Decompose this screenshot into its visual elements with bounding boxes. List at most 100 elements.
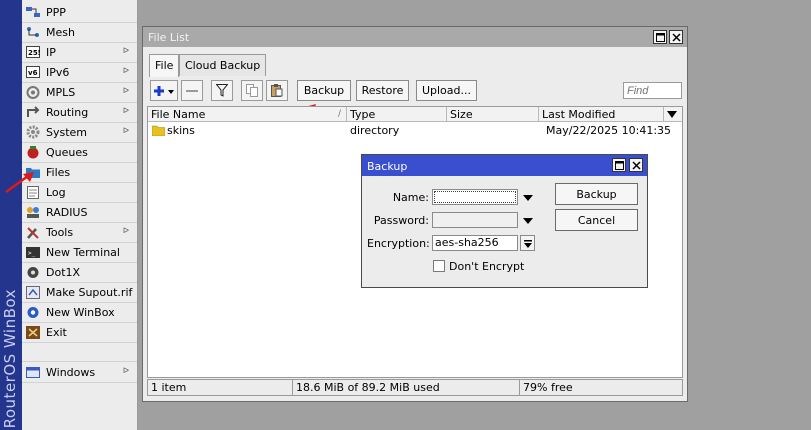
tab-file[interactable]: File — [149, 54, 180, 77]
ipv6-icon: v6 — [26, 66, 40, 79]
password-dropdown-icon[interactable] — [523, 218, 533, 224]
find-input[interactable] — [623, 82, 682, 99]
sidebar-item-label: Mesh — [46, 25, 75, 39]
supout-icon — [26, 285, 40, 299]
sidebar-item-mpls[interactable]: MPLS ᐅ — [22, 82, 137, 102]
sidebar-item-tools[interactable]: Tools ᐅ — [22, 222, 137, 242]
sidebar-item-dot1x[interactable]: Dot1X — [22, 262, 137, 282]
name-input[interactable] — [432, 189, 518, 205]
sidebar-item-log[interactable]: Log — [22, 182, 137, 202]
file-type: directory — [350, 124, 400, 137]
sidebar-item-routing[interactable]: Routing ᐅ — [22, 102, 137, 122]
annotation-arrow-icon — [5, 172, 34, 194]
submenu-arrow-icon: ᐅ — [122, 106, 129, 115]
sidebar-menu: PPP Mesh 255 IP ᐅ v6 IPv6 ᐅ MPLS ᐅ Routi — [22, 0, 138, 430]
encryption-label: Encryption: — [367, 237, 430, 250]
column-header-file-name[interactable]: File Name / — [148, 107, 347, 122]
dot1x-icon — [26, 266, 40, 279]
brand-label: RouterOS WinBox — [1, 288, 19, 428]
encryption-select[interactable]: aes-sha256 — [432, 235, 518, 251]
mpls-icon — [26, 85, 40, 99]
dont-encrypt-label: Don't Encrypt — [449, 260, 525, 273]
sidebar-item-mesh[interactable]: Mesh — [22, 22, 137, 42]
status-free-space: 79% free — [523, 381, 573, 394]
sidebar-item-ipv6[interactable]: v6 IPv6 ᐅ — [22, 62, 137, 82]
sidebar-item-label: New Terminal — [46, 245, 120, 259]
column-header-last-modified[interactable]: Last Modified — [539, 107, 664, 122]
sidebar-item-new-winbox[interactable]: New WinBox — [22, 302, 137, 322]
close-button[interactable] — [669, 30, 683, 44]
paste-icon — [271, 84, 283, 97]
backup-dialog-titlebar[interactable]: Backup — [362, 155, 647, 176]
windows-icon — [26, 366, 40, 379]
dialog-close-button[interactable] — [629, 158, 643, 172]
name-label: Name: — [392, 191, 429, 204]
sidebar-item-label: Routing — [46, 105, 89, 119]
sidebar-item-make-supout[interactable]: Make Supout.rif — [22, 282, 137, 302]
dialog-backup-button[interactable]: Backup — [555, 183, 638, 205]
sidebar-item-label: New WinBox — [46, 305, 115, 319]
sidebar-item-new-terminal[interactable]: >_ New Terminal — [22, 242, 137, 262]
sidebar-item-label: Exit — [46, 325, 67, 339]
terminal-icon: >_ — [26, 246, 40, 259]
sidebar-item-label: Dot1X — [46, 265, 81, 279]
maximize-icon — [655, 32, 665, 42]
sidebar-item-label: MPLS — [46, 85, 76, 99]
status-item-count: 1 item — [148, 380, 293, 395]
maximize-button[interactable] — [653, 30, 667, 44]
copy-button[interactable] — [241, 80, 263, 101]
dialog-maximize-button[interactable] — [612, 158, 626, 172]
name-dropdown-icon[interactable] — [523, 195, 533, 201]
restore-button[interactable]: Restore — [356, 80, 409, 101]
sidebar-item-label: PPP — [46, 5, 66, 19]
radius-icon — [26, 206, 40, 219]
password-input[interactable] — [432, 212, 518, 228]
sidebar-item-label: Queues — [46, 145, 88, 159]
sort-indicator-icon: / — [337, 109, 341, 119]
svg-text:255: 255 — [28, 49, 40, 57]
sidebar-item-ppp[interactable]: PPP — [22, 2, 137, 22]
sidebar-item-ip[interactable]: 255 IP ᐅ — [22, 42, 137, 62]
sidebar-item-queues[interactable]: Queues — [22, 142, 137, 162]
paste-button[interactable] — [266, 80, 288, 101]
add-button[interactable] — [150, 80, 178, 101]
sidebar-item-radius[interactable]: RADIUS — [22, 202, 137, 222]
sidebar-item-windows[interactable]: Windows ᐅ — [22, 362, 137, 382]
routing-icon — [26, 105, 40, 119]
tab-cloud-backup[interactable]: Cloud Backup — [179, 54, 267, 76]
upload-button[interactable]: Upload... — [416, 80, 477, 101]
copy-icon — [246, 84, 258, 97]
remove-button[interactable] — [181, 80, 203, 101]
winbox-icon — [26, 306, 40, 319]
dont-encrypt-checkbox[interactable] — [433, 260, 445, 272]
close-icon — [631, 160, 641, 170]
sidebar-item-system[interactable]: System ᐅ — [22, 122, 137, 142]
sidebar-item-label: Files — [46, 165, 71, 179]
minus-icon — [186, 89, 198, 92]
exit-icon — [26, 325, 40, 339]
status-bar: 1 item 18.6 MiB of 89.2 MiB used 79% fre… — [147, 379, 683, 396]
password-label: Password: — [373, 214, 429, 227]
column-picker-button[interactable] — [664, 107, 682, 122]
tools-icon — [26, 226, 40, 239]
backup-button[interactable]: Backup — [297, 80, 351, 101]
folder-icon — [151, 125, 166, 141]
sidebar-item-exit[interactable]: Exit — [22, 322, 137, 342]
backup-dialog: Backup Name: Password: Encryption: aes-s… — [361, 154, 648, 288]
svg-text:v6: v6 — [28, 69, 38, 77]
dialog-title: Backup — [367, 160, 408, 173]
toolbar: Backup Restore Upload... — [146, 77, 686, 103]
table-row[interactable]: skins directory May/22/2025 10:41:35 — [148, 123, 682, 139]
table-header: File Name / Type Size Last Modified — [148, 107, 682, 122]
submenu-arrow-icon: ᐅ — [122, 66, 129, 75]
sidebar-item-label: Windows — [46, 365, 96, 379]
file-list-titlebar[interactable]: File List — [143, 27, 687, 47]
file-last-modified: May/22/2025 10:41:35 — [546, 124, 672, 137]
sidebar-item-files[interactable]: Files — [22, 162, 137, 182]
column-header-size[interactable]: Size — [447, 107, 539, 122]
filter-button[interactable] — [211, 80, 233, 101]
column-header-type[interactable]: Type — [347, 107, 447, 122]
mesh-icon — [26, 26, 40, 39]
dialog-cancel-button[interactable]: Cancel — [555, 209, 638, 231]
encryption-dropdown-button[interactable] — [520, 235, 535, 251]
